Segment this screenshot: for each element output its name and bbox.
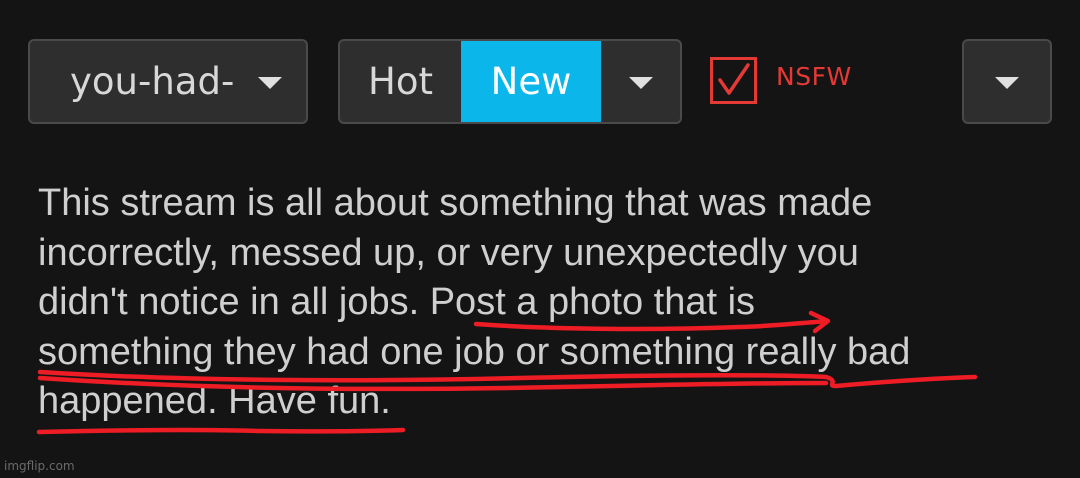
sort-hot-button[interactable]: Hot (340, 41, 461, 122)
watermark: imgflip.com (4, 459, 75, 473)
chevron-down-icon (629, 77, 653, 89)
description-line: something they had one job or something … (38, 330, 911, 373)
menu-dropdown-button[interactable] (962, 39, 1052, 124)
sort-segmented-control: Hot New (338, 39, 682, 124)
chevron-down-icon (258, 77, 282, 89)
stream-description: This stream is all about something that … (38, 179, 1058, 427)
description-line: incorrectly, messed up, or very unexpect… (38, 231, 859, 274)
description-line: This stream is all about something that … (38, 182, 873, 224)
sort-more-button[interactable] (601, 41, 680, 122)
sort-new-button[interactable]: New (461, 41, 601, 122)
nsfw-label[interactable]: NSFW (776, 62, 852, 91)
nsfw-checkbox[interactable] (710, 57, 757, 104)
chevron-down-icon (995, 77, 1019, 89)
checkmark-icon (718, 63, 750, 95)
description-line: didn't notice in all jobs. Post a photo … (38, 281, 756, 323)
stream-select-dropdown[interactable]: you-had- (28, 39, 308, 124)
description-line: happened. Have fun. (38, 380, 391, 422)
stream-select-label: you-had- (70, 60, 235, 103)
